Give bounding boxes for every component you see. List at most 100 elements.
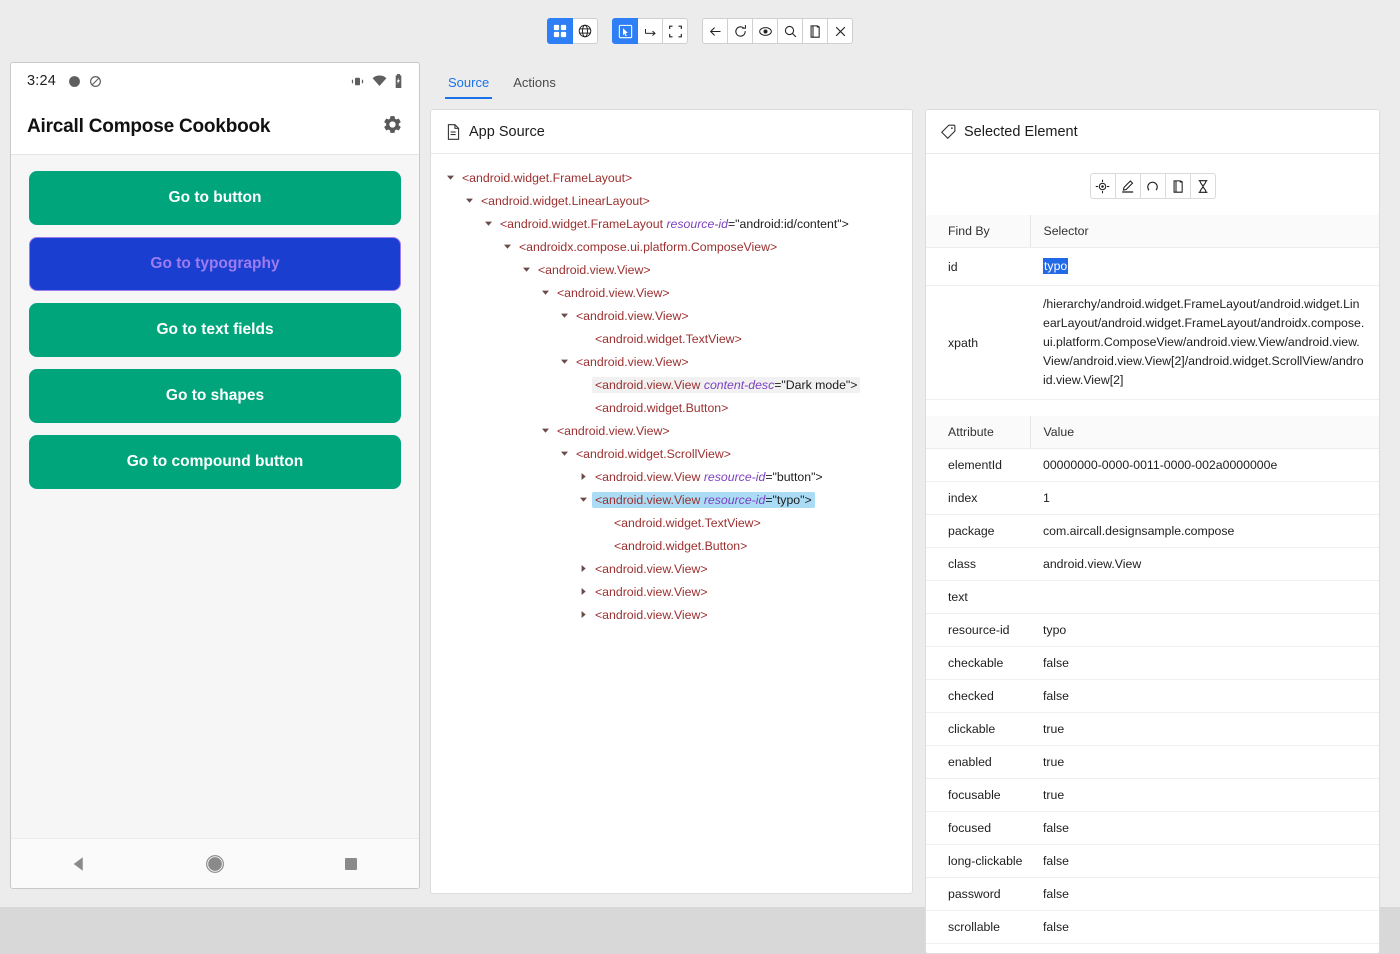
tree-row[interactable]: <android.view.View resource-id="button"> xyxy=(431,465,912,488)
attribute-value-cell[interactable]: android.view.View xyxy=(1030,548,1379,581)
tree-row[interactable]: <android.widget.TextView> xyxy=(431,511,912,534)
tree-node-label[interactable]: <android.view.View> xyxy=(592,584,711,600)
chevron-down-icon[interactable] xyxy=(519,266,533,273)
gear-icon[interactable] xyxy=(382,114,403,140)
tree-node-label[interactable]: <android.view.View resource-id="button"> xyxy=(592,469,826,485)
chevron-down-icon[interactable] xyxy=(557,312,571,319)
globe-view-icon[interactable] xyxy=(572,18,598,44)
tree-node-label[interactable]: <android.widget.TextView> xyxy=(592,331,745,347)
tree-row[interactable]: <android.widget.FrameLayout resource-id=… xyxy=(431,212,912,235)
tree-row[interactable]: <android.view.View> xyxy=(431,304,912,327)
attribute-value-cell[interactable]: 1 xyxy=(1030,482,1379,515)
tree-node-label[interactable]: <android.view.View> xyxy=(592,607,711,623)
attribute-value-cell[interactable]: true xyxy=(1030,746,1379,779)
select-pointer-icon[interactable] xyxy=(612,18,638,44)
tree-row[interactable]: <android.widget.Button> xyxy=(431,534,912,557)
app-button-0[interactable]: Go to button xyxy=(29,171,401,225)
app-button-3[interactable]: Go to shapes xyxy=(29,369,401,423)
tree-row[interactable]: <android.view.View> xyxy=(431,557,912,580)
attribute-value-cell[interactable]: false xyxy=(1030,944,1379,954)
tree-node-label[interactable]: <android.view.View> xyxy=(535,262,654,278)
tree-node-label[interactable]: <android.view.View> xyxy=(554,423,673,439)
chevron-down-icon[interactable] xyxy=(557,358,571,365)
attribute-value-cell[interactable]: typo xyxy=(1030,614,1379,647)
tab-source[interactable]: Source xyxy=(436,75,501,99)
tree-node-label[interactable]: <android.view.View> xyxy=(592,561,711,577)
attribute-value-cell[interactable]: false xyxy=(1030,845,1379,878)
tree-row[interactable]: <android.view.View> xyxy=(431,603,912,626)
refresh-source-icon[interactable] xyxy=(727,18,753,44)
chevron-down-icon[interactable] xyxy=(557,450,571,457)
tree-row[interactable]: <android.view.View> xyxy=(431,258,912,281)
source-tree[interactable]: <android.widget.FrameLayout> <android.wid… xyxy=(431,154,912,894)
chevron-down-icon[interactable] xyxy=(538,289,552,296)
attribute-value-cell[interactable]: true xyxy=(1030,713,1379,746)
android-recents-button[interactable] xyxy=(321,839,381,889)
device-screenshot-panel[interactable]: 3:24 Airca xyxy=(10,62,420,889)
tree-row[interactable]: <android.widget.TextView> xyxy=(431,327,912,350)
tree-node-label[interactable]: <android.widget.Button> xyxy=(611,538,750,554)
chevron-right-icon[interactable] xyxy=(576,565,590,572)
tree-row[interactable]: <androidx.compose.ui.platform.ComposeVie… xyxy=(431,235,912,258)
attribute-value-cell[interactable] xyxy=(1030,581,1379,614)
tree-row[interactable]: <android.view.View> xyxy=(431,350,912,373)
tree-row[interactable]: <android.view.View resource-id="typo"> xyxy=(431,488,912,511)
attribute-value-cell[interactable]: true xyxy=(1030,779,1379,812)
chevron-right-icon[interactable] xyxy=(576,473,590,480)
tap-element-icon[interactable] xyxy=(1090,173,1116,199)
tree-node-label[interactable]: <android.widget.TextView> xyxy=(611,515,764,531)
tree-node-label[interactable]: <android.widget.FrameLayout> xyxy=(459,170,635,186)
tree-node-label[interactable]: <android.widget.LinearLayout> xyxy=(478,193,653,209)
back-icon[interactable] xyxy=(702,18,728,44)
wait-for-element-icon[interactable] xyxy=(1190,173,1216,199)
copy-xml-icon[interactable] xyxy=(802,18,828,44)
swipe-icon[interactable] xyxy=(637,18,663,44)
chevron-down-icon[interactable] xyxy=(443,174,457,181)
send-keys-icon[interactable] xyxy=(1115,173,1141,199)
search-for-element-icon[interactable] xyxy=(777,18,803,44)
app-button-1[interactable]: Go to typography xyxy=(29,237,401,291)
attribute-value-cell[interactable]: false xyxy=(1030,911,1379,944)
tree-node-label[interactable]: <android.view.View> xyxy=(573,308,692,324)
chevron-down-icon[interactable] xyxy=(500,243,514,250)
tab-actions[interactable]: Actions xyxy=(501,75,568,99)
tree-row[interactable]: <android.widget.Button> xyxy=(431,396,912,419)
quit-session-icon[interactable] xyxy=(827,18,853,44)
attribute-value-cell[interactable]: false xyxy=(1030,812,1379,845)
attribute-value-cell[interactable]: false xyxy=(1030,647,1379,680)
chevron-down-icon[interactable] xyxy=(538,427,552,434)
grid-view-icon[interactable] xyxy=(547,18,573,44)
clear-element-icon[interactable] xyxy=(1140,173,1166,199)
tap-by-coordinates-icon[interactable] xyxy=(662,18,688,44)
tree-node-label[interactable]: <android.view.View resource-id="typo"> xyxy=(592,492,815,508)
tree-node-label[interactable]: <android.widget.Button> xyxy=(592,400,731,416)
tree-node-label[interactable]: <android.widget.ScrollView> xyxy=(573,446,734,462)
tree-row[interactable]: <android.widget.FrameLayout> xyxy=(431,166,912,189)
chevron-down-icon[interactable] xyxy=(576,496,590,503)
tree-row[interactable]: <android.widget.ScrollView> xyxy=(431,442,912,465)
selector-value-cell[interactable]: /hierarchy/android.widget.FrameLayout/an… xyxy=(1030,286,1379,400)
tree-row[interactable]: <android.view.View content-desc="Dark mo… xyxy=(431,373,912,396)
android-back-button[interactable] xyxy=(49,839,109,889)
android-home-button[interactable] xyxy=(185,839,245,889)
chevron-right-icon[interactable] xyxy=(576,588,590,595)
attribute-value-cell[interactable]: false xyxy=(1030,878,1379,911)
chevron-down-icon[interactable] xyxy=(462,197,476,204)
tree-node-label[interactable]: <android.view.View> xyxy=(554,285,673,301)
tree-node-label[interactable]: <android.view.View content-desc="Dark mo… xyxy=(592,377,860,393)
app-button-2[interactable]: Go to text fields xyxy=(29,303,401,357)
attribute-value-cell[interactable]: false xyxy=(1030,680,1379,713)
copy-attributes-icon[interactable] xyxy=(1165,173,1191,199)
tree-row[interactable]: <android.view.View> xyxy=(431,281,912,304)
toggle-visibility-icon[interactable] xyxy=(752,18,778,44)
attribute-value-cell[interactable]: 00000000-0000-0011-0000-002a0000000e xyxy=(1030,449,1379,482)
chevron-right-icon[interactable] xyxy=(576,611,590,618)
tree-node-label[interactable]: <androidx.compose.ui.platform.ComposeVie… xyxy=(516,239,780,255)
tree-node-label[interactable]: <android.view.View> xyxy=(573,354,692,370)
selector-value-cell[interactable]: typo xyxy=(1030,248,1379,286)
app-button-4[interactable]: Go to compound button xyxy=(29,435,401,489)
tree-row[interactable]: <android.view.View> xyxy=(431,419,912,442)
tree-row[interactable]: <android.view.View> xyxy=(431,580,912,603)
chevron-down-icon[interactable] xyxy=(481,220,495,227)
tree-node-label[interactable]: <android.widget.FrameLayout resource-id=… xyxy=(497,216,852,232)
